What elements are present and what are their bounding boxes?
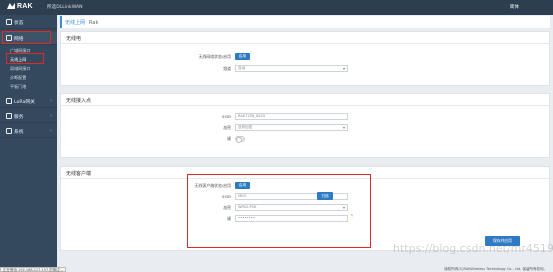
radio-enable-button[interactable]: 启用 <box>235 53 250 60</box>
panel-title: 无线客户端 <box>61 167 549 179</box>
sidebar-subitem-wifi[interactable]: 无线上网 <box>0 55 57 64</box>
sidebar-item-status[interactable]: 状态 <box>0 16 57 29</box>
scan-button[interactable]: 扫描 <box>317 192 333 200</box>
sidebar-item-lora[interactable]: LoRa网关 › <box>0 95 57 108</box>
network-icon <box>6 35 12 41</box>
channel-row: 频道 <box>106 64 231 73</box>
rak-logo-icon <box>7 3 15 9</box>
ap-ssid-input[interactable]: RAK7258_8420 <box>235 113 348 120</box>
chevron-right-icon: › <box>50 98 52 104</box>
client-enable-row: 无线客户端状态/启用 <box>106 181 231 190</box>
sidebar-subitem-lan[interactable]: 局域网接口 <box>0 64 57 73</box>
field-label: 键 <box>227 216 231 221</box>
language-switch[interactable]: 简体 <box>510 4 519 10</box>
client-ssid-row: SSID <box>106 192 231 201</box>
chevron-right-icon: › <box>50 128 52 134</box>
breadcrumb-section[interactable]: 无线上网 <box>65 20 85 26</box>
panel-access-point: 无线接入点 SSID RAK7258_8420 加密 没有加密 键 <box>60 93 550 158</box>
sidebar: 状态 网络 广域网接口 无线上网 局域网接口 诊断配置 平板门地 LoRa网关 … <box>0 15 57 267</box>
sidebar-item-label: 系统 <box>14 130 24 135</box>
panel-title: 无线电 <box>61 32 549 44</box>
system-icon <box>6 128 12 134</box>
client-enable-button[interactable]: 启用 <box>235 182 250 189</box>
sidebar-item-system[interactable]: 系统 › <box>0 125 57 138</box>
field-label: 键 <box>227 136 231 141</box>
field-label: SSID <box>221 114 231 119</box>
ap-encryption-select[interactable]: 没有加密 <box>235 124 348 131</box>
sidebar-item-label: 服务 <box>14 115 24 120</box>
sidebar-subitem-other[interactable]: 平板门地 <box>0 82 57 91</box>
field-label: 无线客户端状态/启用 <box>194 183 231 188</box>
channel-select[interactable]: 自动 <box>235 65 348 72</box>
field-label: 频道 <box>223 66 231 71</box>
copyright: 版权所有(C)RAKWireless Technology Co., Ltd. … <box>444 267 547 271</box>
panel-radio: 无线电 无线网络状态/启用 启用 频道 自动 <box>60 31 550 86</box>
footer: 正在等待 192.168.117.157 的响应... 版权所有(C)RAKWi… <box>0 267 553 272</box>
watermark: https://blog.csdn.net/mr4519 <box>393 242 553 255</box>
chevron-right-icon: › <box>50 113 52 119</box>
sidebar-item-label: 状态 <box>14 21 24 26</box>
field-label: 加密 <box>223 125 231 130</box>
key-reveal-icon[interactable]: ✎ <box>350 214 354 219</box>
sidebar-subitem-wan[interactable]: 广域网接口 <box>0 46 57 55</box>
panel-title: 无线接入点 <box>61 94 549 106</box>
browser-status: 正在等待 192.168.117.157 的响应... <box>0 267 67 272</box>
sidebar-item-service[interactable]: 服务 › <box>0 110 57 123</box>
lora-icon <box>6 98 12 104</box>
ap-key-toggle[interactable] <box>235 136 245 143</box>
sidebar-item-network[interactable]: 网络 <box>0 32 57 45</box>
device-label: 所选DLLinkWAN <box>47 5 83 10</box>
top-bar: RAK 所选DLLinkWAN 简体 <box>0 0 553 15</box>
rak-logo[interactable]: RAK <box>7 3 33 10</box>
ap-encryption-row: 加密 <box>106 123 231 132</box>
main-content: 无线上网 Rak 无线电 无线网络状态/启用 启用 频道 自动 无线接入点 SSI… <box>57 15 553 267</box>
sidebar-item-label: 网络 <box>14 37 24 42</box>
radio-enable-row: 无线网络状态/启用 <box>106 52 231 61</box>
info-icon <box>6 19 12 25</box>
ap-key-row: 键 <box>106 134 231 143</box>
client-key-input[interactable]: •••••••• <box>235 215 348 222</box>
field-label: 加密 <box>223 205 231 210</box>
panel-client: 无线客户端 无线客户端状态/启用 启用 SSID MIGI 扫描 加密 WPA2… <box>60 166 550 251</box>
service-icon <box>6 113 12 119</box>
sidebar-subitem-diag[interactable]: 诊断配置 <box>0 73 57 82</box>
logo-text: RAK <box>17 3 33 10</box>
breadcrumb: 无线上网 Rak <box>60 16 550 28</box>
field-label: SSID <box>221 194 231 199</box>
sidebar-item-label: LoRa网关 <box>14 100 35 105</box>
client-encryption-select[interactable]: WPA2-PSK <box>235 204 348 211</box>
breadcrumb-page: Rak <box>89 20 99 26</box>
ap-ssid-row: SSID <box>106 112 231 121</box>
client-key-row: 键 <box>106 214 231 223</box>
client-encryption-row: 加密 <box>106 203 231 212</box>
field-label: 无线网络状态/启用 <box>198 54 231 59</box>
